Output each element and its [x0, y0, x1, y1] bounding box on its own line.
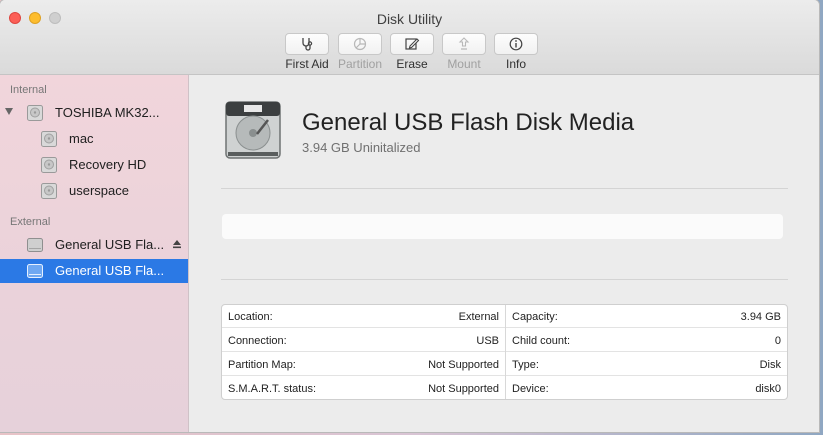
sidebar-item-label: General USB Fla... — [55, 237, 165, 252]
partition-label: Partition — [337, 57, 383, 71]
erase-button[interactable] — [390, 33, 434, 55]
info-value: Not Supported — [428, 383, 499, 395]
info-key: Child count: — [512, 335, 571, 347]
info-value: USB — [476, 335, 499, 347]
info-value: Disk — [759, 359, 781, 371]
info-row-partition-map: Partition Map: Not Supported — [222, 353, 505, 376]
info-row-capacity: Capacity: 3.94 GB — [506, 305, 787, 328]
divider — [221, 188, 788, 189]
first-aid-button[interactable] — [285, 33, 329, 55]
hard-drive-icon — [225, 101, 281, 159]
sidebar-item-internal-disk[interactable]: TOSHIBA MK32... — [0, 101, 188, 125]
volume-icon — [41, 183, 57, 199]
usage-bar — [222, 214, 783, 239]
eject-icon[interactable] — [172, 239, 182, 249]
info-key: Device: — [512, 383, 549, 395]
mount-button[interactable] — [442, 33, 486, 55]
info-row-device: Device: disk0 — [506, 377, 787, 399]
divider — [221, 279, 788, 280]
sidebar-item-label: Recovery HD — [69, 157, 147, 172]
sidebar: Internal TOSHIBA MK32... mac Recovery HD… — [0, 75, 189, 432]
detail-pane: General USB Flash Disk Media 3.94 GB Uni… — [189, 75, 819, 432]
mount-label: Mount — [447, 57, 481, 71]
external-drive-icon — [27, 264, 43, 278]
sidebar-item-label: General USB Fla... — [55, 263, 165, 278]
info-label: Info — [505, 57, 526, 71]
info-row-connection: Connection: USB — [222, 329, 505, 352]
info-key: Capacity: — [512, 311, 558, 323]
disclosure-triangle-icon[interactable] — [5, 108, 13, 115]
sidebar-item-external-usb-2[interactable]: General USB Fla... — [0, 259, 188, 283]
partition-button[interactable] — [338, 33, 382, 55]
info-value: 0 — [774, 335, 781, 347]
volume-icon — [41, 157, 57, 173]
stethoscope-icon — [302, 38, 313, 51]
info-value: 3.94 GB — [740, 311, 781, 323]
sidebar-item-label: mac — [69, 131, 94, 146]
disk-utility-window: Disk Utility First Aid Partition Erase M… — [0, 0, 819, 432]
internal-drive-icon — [27, 105, 43, 121]
window-title: Disk Utility — [376, 11, 443, 27]
info-table: Location: External Connection: USB Parti… — [221, 304, 788, 400]
info-value: disk0 — [755, 383, 781, 395]
info-row-smart-status: S.M.A.R.T. status: Not Supported — [222, 377, 505, 399]
sidebar-section-external: External — [10, 216, 51, 228]
info-value: External — [458, 311, 499, 323]
info-key: Connection: — [228, 335, 287, 347]
info-key: Type: — [512, 359, 539, 371]
mount-icon — [458, 37, 470, 50]
disk-title: General USB Flash Disk Media — [302, 109, 635, 136]
sidebar-item-volume-recovery-hd[interactable]: Recovery HD — [0, 153, 188, 177]
sidebar-section-internal: Internal — [10, 84, 47, 96]
disk-subtitle: 3.94 GB Uninitalized — [302, 140, 421, 155]
info-icon — [509, 37, 523, 51]
volume-icon — [41, 131, 57, 147]
sidebar-item-volume-mac[interactable]: mac — [0, 127, 188, 151]
external-drive-icon — [27, 238, 43, 252]
erase-icon — [405, 38, 420, 50]
sidebar-item-volume-userspace[interactable]: userspace — [0, 179, 188, 203]
info-key: Location: — [228, 311, 273, 323]
erase-label: Erase — [396, 57, 428, 71]
info-button[interactable] — [494, 33, 538, 55]
info-key: S.M.A.R.T. status: — [228, 383, 317, 395]
info-value: Not Supported — [428, 359, 499, 371]
info-row-type: Type: Disk — [506, 353, 787, 376]
first-aid-label: First Aid — [285, 57, 329, 71]
sidebar-item-external-usb-1[interactable]: General USB Fla... — [0, 233, 188, 257]
pie-icon — [353, 37, 367, 51]
sidebar-item-label: userspace — [69, 183, 129, 198]
sidebar-item-label: TOSHIBA MK32... — [55, 105, 160, 120]
info-key: Partition Map: — [228, 359, 296, 371]
info-row-child-count: Child count: 0 — [506, 329, 787, 352]
info-row-location: Location: External — [222, 305, 505, 328]
titlebar: Disk Utility First Aid Partition Erase M… — [0, 0, 819, 75]
